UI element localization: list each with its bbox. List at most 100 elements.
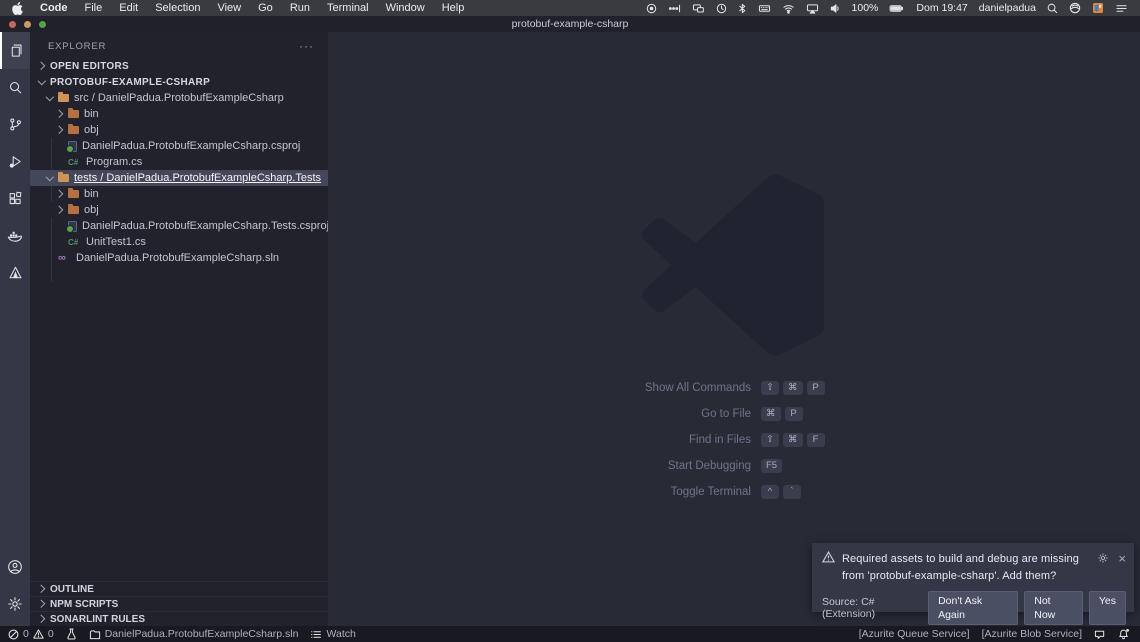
tree-item-danielpadua-protobufexamplecsharp-sln[interactable]: ∞DanielPadua.ProtobufExampleCsharp.sln xyxy=(30,250,328,266)
spotlight-icon[interactable] xyxy=(1047,3,1058,14)
watermark-shortcuts: Show All Commands⇧⌘PGo to File⌘PFind in … xyxy=(328,380,1140,510)
activity-bar xyxy=(0,32,30,626)
activity-explorer[interactable] xyxy=(0,32,30,69)
don-t-ask-again-button[interactable]: Don't Ask Again xyxy=(928,591,1018,625)
shortcut-keys: ⇧⌘P xyxy=(761,381,825,395)
menu-selection[interactable]: Selection xyxy=(155,0,200,16)
menu-run[interactable]: Run xyxy=(290,0,310,16)
activity-search[interactable] xyxy=(0,69,30,106)
bluetooth-icon[interactable] xyxy=(738,3,747,14)
menu-terminal[interactable]: Terminal xyxy=(327,0,369,16)
shortcut-row: Show All Commands⇧⌘P xyxy=(328,380,1140,396)
chevron-right-icon xyxy=(56,110,64,118)
error-count-icon xyxy=(8,629,19,640)
displays-icon[interactable] xyxy=(692,3,705,14)
chevron-right-icon xyxy=(38,600,46,608)
tree-item-danielpadua-protobufexamplecsharp-tests-csproj[interactable]: DanielPadua.ProtobufExampleCsharp.Tests.… xyxy=(30,218,328,234)
activity-docker[interactable] xyxy=(0,217,30,254)
notifications-bell[interactable] xyxy=(1118,626,1130,642)
explorer-title: EXPLORER xyxy=(48,41,106,52)
watch-indicator[interactable]: Watch xyxy=(310,626,355,642)
watch-label: Watch xyxy=(326,628,355,640)
file-tree: OPEN EDITORSPROTOBUF-EXAMPLE-CSHARPsrc /… xyxy=(30,58,328,266)
airplay-icon[interactable] xyxy=(806,3,819,14)
time-machine-icon[interactable] xyxy=(716,3,727,14)
keyboard-icon[interactable] xyxy=(758,3,771,14)
test-runner-indicator[interactable] xyxy=(66,626,77,642)
debug-icon xyxy=(8,154,23,169)
activity-run-debug[interactable] xyxy=(0,143,30,180)
tree-item-src[interactable]: src / DanielPadua.ProtobufExampleCsharp xyxy=(30,90,328,106)
solution-selector[interactable]: DanielPadua.ProtobufExampleCsharp.sln xyxy=(89,626,299,642)
control-center-icon[interactable] xyxy=(1115,3,1128,14)
tree-item-bin[interactable]: bin xyxy=(30,106,328,122)
menu-file[interactable]: File xyxy=(85,0,103,16)
shortcut-keys: ⇧⌘F xyxy=(761,433,825,447)
siri-icon[interactable] xyxy=(1069,2,1081,14)
section-protobuf-example-csharp[interactable]: PROTOBUF-EXAMPLE-CSHARP xyxy=(30,74,328,90)
tree-item-tests[interactable]: tests / DanielPadua.ProtobufExampleCshar… xyxy=(30,170,328,186)
activity-extensions[interactable] xyxy=(0,180,30,217)
window-title-bar[interactable]: protobuf-example-csharp xyxy=(0,16,1140,32)
feedback-indicator[interactable] xyxy=(1094,626,1106,642)
notification-close-icon[interactable]: × xyxy=(1118,553,1126,564)
tree-item-bin[interactable]: bin xyxy=(30,186,328,202)
shortcut-label: Find in Files xyxy=(328,434,751,446)
volume-icon[interactable] xyxy=(830,3,841,14)
tree-item-unittest1-cs[interactable]: C#UnitTest1.cs xyxy=(30,234,328,250)
folder-icon xyxy=(68,110,79,118)
tree-item-label: bin xyxy=(84,108,99,120)
activity-accounts[interactable] xyxy=(0,548,30,585)
notification-settings-icon[interactable] xyxy=(1097,552,1109,564)
tree-item-program-cs[interactable]: C#Program.cs xyxy=(30,154,328,170)
key-cap: ⇧ xyxy=(761,433,779,447)
yes-button[interactable]: Yes xyxy=(1089,591,1126,625)
more-icon[interactable] xyxy=(668,3,681,14)
menu-username[interactable]: danielpadua xyxy=(979,2,1036,14)
panel-label: SONARLINT RULES xyxy=(50,614,145,625)
not-now-button[interactable]: Not Now xyxy=(1024,591,1083,625)
more-actions-icon[interactable]: ··· xyxy=(299,39,314,53)
panel-outline[interactable]: OUTLINE xyxy=(30,581,328,596)
panel-npm-scripts[interactable]: NPM SCRIPTS xyxy=(30,596,328,611)
section-open-editors[interactable]: OPEN EDITORS xyxy=(30,58,328,74)
wifi-icon[interactable] xyxy=(782,3,795,14)
battery-percent-label: 100% xyxy=(852,2,879,14)
azurite-queue-service-status[interactable]: [Azurite Queue Service] xyxy=(859,626,970,642)
files-icon xyxy=(9,43,24,58)
menu-window[interactable]: Window xyxy=(386,0,425,16)
shortcut-row: Find in Files ⇧⌘F xyxy=(328,432,1140,448)
activity-azure[interactable] xyxy=(0,254,30,291)
menu-go[interactable]: Go xyxy=(258,0,273,16)
panel-sonarlint-rules[interactable]: SONARLINT RULES xyxy=(30,611,328,626)
tree-item-obj[interactable]: obj xyxy=(30,202,328,218)
shortcut-row: Toggle Terminal^` xyxy=(328,484,1140,500)
status-bar-right: [Azurite Queue Service] [Azurite Blob Ser… xyxy=(859,626,1130,642)
menu-clock[interactable]: Dom 19:47 xyxy=(916,2,967,14)
battery-icon[interactable] xyxy=(889,3,905,14)
activity-settings[interactable] xyxy=(0,585,30,622)
feedback-icon xyxy=(1094,629,1106,640)
disc-icon[interactable] xyxy=(646,3,657,14)
azurite-blob-service-status[interactable]: [Azurite Blob Service] xyxy=(982,626,1082,642)
panel-label: OUTLINE xyxy=(50,584,94,595)
menu-view[interactable]: View xyxy=(217,0,241,16)
key-cap: ^ xyxy=(761,485,779,499)
apple-menu-icon[interactable] xyxy=(12,2,23,15)
minimize-window-button[interactable] xyxy=(24,21,31,28)
maximize-window-button[interactable] xyxy=(39,21,46,28)
menu-help[interactable]: Help xyxy=(442,0,465,16)
activity-source-control[interactable] xyxy=(0,106,30,143)
activity-bar-top xyxy=(0,32,30,291)
tree-item-danielpadua-protobufexamplecsharp-csproj[interactable]: DanielPadua.ProtobufExampleCsharp.csproj xyxy=(30,138,328,154)
menu-edit[interactable]: Edit xyxy=(119,0,138,16)
problems-indicator[interactable]: 00 xyxy=(8,626,54,642)
warning-count: 0 xyxy=(48,628,54,640)
project-folder-icon xyxy=(89,629,101,640)
close-window-button[interactable] xyxy=(9,21,16,28)
menu-code[interactable]: Code xyxy=(40,0,68,16)
tree-item-obj[interactable]: obj xyxy=(30,122,328,138)
explorer-sidebar: EXPLORER ··· OPEN EDITORSPROTOBUF-EXAMPL… xyxy=(30,32,328,626)
input-source-icon[interactable] xyxy=(1092,2,1104,14)
tree-item-label: DanielPadua.ProtobufExampleCsharp.csproj xyxy=(82,140,300,152)
